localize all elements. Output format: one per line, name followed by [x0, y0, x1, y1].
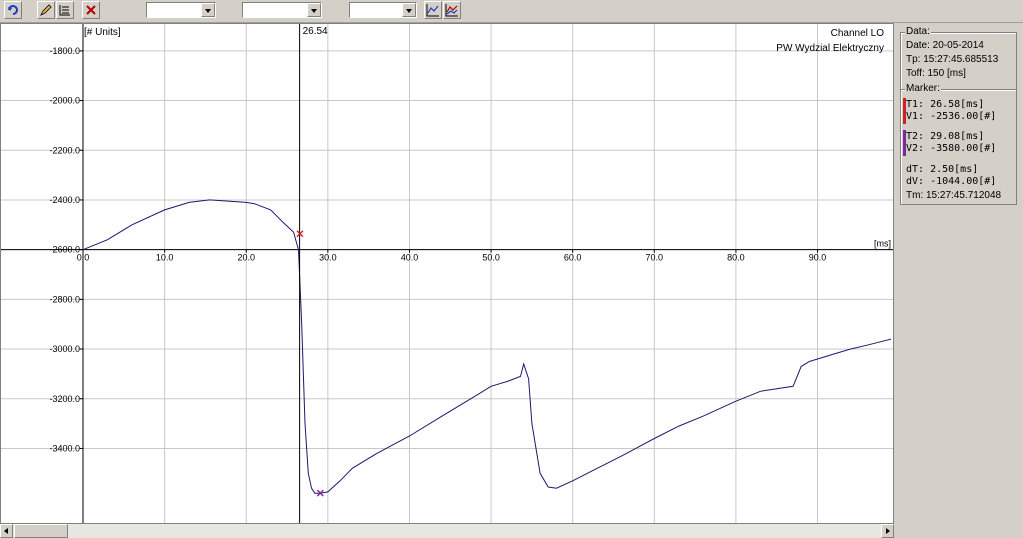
scroll-left-button[interactable]	[0, 524, 13, 538]
y-tick-label: -1800.0	[49, 46, 80, 56]
tm-value: Tm: 15:27:45.712048	[906, 190, 1002, 201]
tp-value: Tp: 15:27:45.685513	[906, 54, 999, 65]
close-icon	[86, 5, 96, 15]
y-tick-label: -3200.0	[49, 394, 80, 404]
chevron-down-icon[interactable]	[307, 3, 321, 17]
line-view-button[interactable]	[424, 1, 442, 19]
y-tick-label: -2400.0	[49, 195, 80, 205]
marker-group: Marker: T1: 26.58[ms] V1: -2536.00[#] T2…	[900, 83, 1017, 205]
chevron-down-icon[interactable]	[201, 3, 215, 17]
x-tick-label: 10.0	[156, 253, 174, 263]
x-tick-label: 60.0	[564, 253, 582, 263]
x-tick-label: 40.0	[401, 253, 419, 263]
pen-button[interactable]	[37, 1, 55, 19]
range-combo[interactable]	[242, 2, 322, 18]
x-tick-label: 90.0	[809, 253, 827, 263]
x-tick-label: 50.0	[482, 253, 500, 263]
refresh-icon	[8, 5, 18, 15]
waveform-chart[interactable]: 0.0 10.0 20.0 30.0 40.0 50.0 60.0 70.0 80.0 90.0-…	[1, 24, 893, 523]
toff-value: Toff: 150 [ms]	[906, 68, 966, 79]
x-axis-label: [ms]	[874, 239, 891, 249]
x-tick-label: 70.0	[646, 253, 664, 263]
dt-value: dT: 2.50[ms]	[906, 164, 979, 175]
channel-combo[interactable]	[146, 2, 216, 18]
x-tick-label: 20.0	[237, 253, 255, 263]
x-tick-label: 80.0	[727, 253, 745, 263]
y-tick-label: -3400.0	[49, 443, 80, 453]
v1-value: V1: -2536.00[#]	[906, 111, 997, 122]
y-axis-label: [# Units]	[84, 27, 121, 38]
list-button[interactable]	[56, 1, 74, 19]
info-panel: Data: Date: 20-05-2014 Tp: 15:27:45.6855…	[898, 23, 1023, 538]
line-view-icon	[426, 4, 439, 17]
scroll-thumb[interactable]	[14, 524, 68, 538]
pen-icon	[40, 4, 52, 16]
area-view-button[interactable]	[443, 1, 461, 19]
toolbar	[0, 0, 1023, 23]
plot-area[interactable]: 0.0 10.0 20.0 30.0 40.0 50.0 60.0 70.0 80.0 90.0-…	[0, 23, 894, 524]
markers-group[interactable]	[296, 230, 324, 497]
scale-combo[interactable]	[349, 2, 417, 18]
t2-value: T2: 29.08[ms]	[906, 131, 985, 142]
cursor-value-label: 26.54	[303, 26, 328, 37]
list-icon	[59, 5, 70, 16]
y-tick-label: -2200.0	[49, 145, 80, 155]
y-tick-label: -2800.0	[49, 294, 80, 304]
chevron-down-icon[interactable]	[402, 3, 416, 17]
y-tick-label: -3000.0	[49, 344, 80, 354]
x-tick-label: 30.0	[319, 253, 337, 263]
v2-value: V2: -3580.00[#]	[906, 143, 997, 154]
date-value: Date: 20-05-2014	[906, 40, 984, 51]
t1-value: T1: 26.58[ms]	[906, 99, 985, 110]
scroll-right-button[interactable]	[881, 524, 894, 538]
series-group	[82, 199, 892, 494]
area-view-icon	[445, 4, 458, 17]
dv-value: dV: -1044.00[#]	[906, 176, 997, 187]
refresh-button[interactable]	[4, 1, 22, 19]
horizontal-scrollbar[interactable]	[0, 524, 894, 538]
chart-subtitle: PW Wydzial Elektryczny	[776, 43, 884, 54]
y-tick-label: -2600.0	[49, 245, 80, 255]
delete-button[interactable]	[82, 1, 100, 19]
y-tick-label: -2000.0	[49, 96, 80, 106]
channel-label: Channel LO	[831, 28, 885, 39]
waveform-line	[82, 199, 892, 494]
grid	[1, 24, 893, 523]
